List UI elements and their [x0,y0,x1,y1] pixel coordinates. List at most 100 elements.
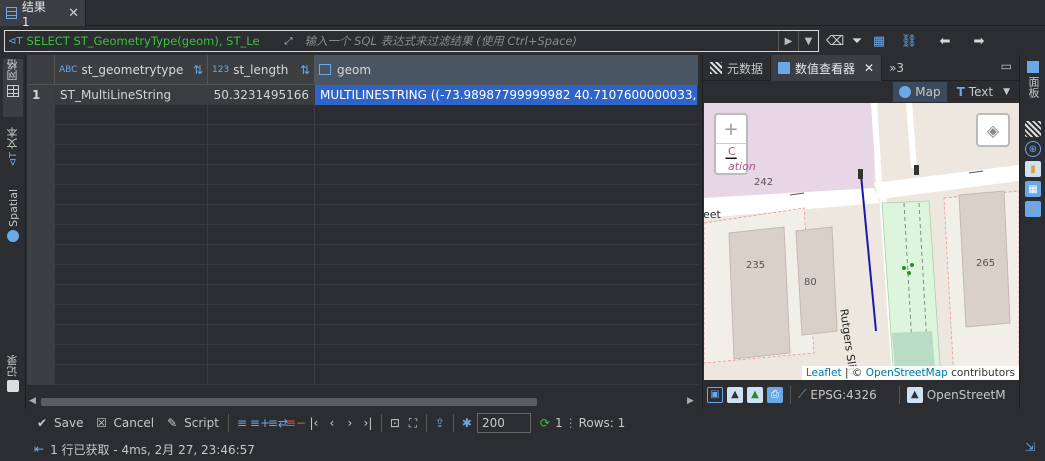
attribution-sep: | © [841,367,866,379]
column-header-geom[interactable]: geom [315,55,698,85]
status-icon: ⇤ [34,442,45,456]
filter-input[interactable]: 输入一个 SQL 表达式来过滤结果 (使用 Ctrl+Space) [299,33,779,49]
zoom-in-button[interactable]: + [716,115,746,144]
panels-icon [1027,61,1039,73]
copy-image-icon[interactable]: ▣ [707,386,723,403]
forward-arrow-icon[interactable]: ➡ [970,32,988,50]
map-attribution: Leaflet | © OpenStreetMap contributors [801,366,1019,380]
save-image-icon[interactable]: ▲ [747,386,763,403]
filter-settings-icon[interactable]: ▦ [870,32,888,50]
text-mode-label: Text [968,85,994,99]
filter-icon[interactable]: ⏷ [848,32,866,50]
copy-row-icon[interactable]: ≡⇄ [268,415,288,431]
record-icon [7,380,19,392]
fetch-settings-icon[interactable]: ✱ [459,415,475,431]
apply-filter-button[interactable]: ▶ [778,31,798,51]
eraser-icon[interactable]: ⌫ [826,32,844,50]
tab-results-1[interactable]: 结果 1 ✕ [0,0,86,29]
close-icon[interactable]: ✕ [864,61,874,75]
tab-grid-view[interactable]: 网格 [3,59,23,117]
osm-link[interactable]: OpenStreetMap [866,367,948,379]
map-view[interactable]: + − ◈ ation C 242 eet 235 80 265 Rutgers… [704,103,1019,380]
print-icon[interactable]: ⎙ [767,386,783,403]
cell-st-length[interactable]: 50.3231495166 [208,85,315,105]
horizontal-scrollbar[interactable]: ◀ ▶ [27,395,698,409]
chevron-down-icon[interactable]: ▼ [1003,87,1010,97]
divider [790,385,791,404]
tab-text-view[interactable]: 文本 ⊲T [3,127,23,179]
scroll-thumb[interactable] [41,398,537,406]
close-icon[interactable]: ✕ [68,6,79,21]
last-page-icon[interactable]: ›| [360,415,376,431]
save-button[interactable]: ✔ Save [30,412,87,434]
text-type-icon: ABC [59,64,78,75]
chart-icon[interactable]: ▮ [1025,161,1041,177]
sort-icon[interactable]: ⇅ [193,63,203,77]
empty-row [27,285,698,305]
edit-row-icon[interactable]: ≡ [234,415,250,431]
more-tabs-button[interactable]: »3 [882,55,911,81]
tab-value-viewer[interactable]: 数值查看器 ✕ [771,55,883,81]
table-row[interactable]: 1 ST_MultiLineString 50.3231495166 MULTI… [27,85,698,105]
export-icon[interactable]: ⇪ [432,415,448,431]
delete-row-icon[interactable]: ≡− [286,415,306,431]
tab-panels[interactable]: 面板 [1023,61,1043,113]
previous-page-icon[interactable]: ‹ [324,415,340,431]
first-page-icon[interactable]: |‹ [306,415,322,431]
grid-icon [6,7,17,19]
back-arrow-icon[interactable]: ⬅ [936,32,954,50]
sort-icon[interactable]: ⇅ [300,63,310,77]
filter-history-dropdown[interactable]: ▼ [798,31,818,51]
map-label: 235 [746,260,766,271]
refresh-icon[interactable]: ⟳ [537,415,553,431]
empty-row [27,345,698,365]
image-icon[interactable]: ▲ [727,386,743,403]
cancel-button[interactable]: ☒ Cancel [89,412,158,434]
layers-icon[interactable]: ◈ [976,113,1010,147]
tab-title: 结果 1 [21,0,46,29]
layout-icon[interactable]: ⊡ [387,415,403,431]
expand-icon[interactable]: ⤢ [279,31,299,51]
script-label: Script [184,416,219,430]
left-view-strip: 网格 文本 ⊲T Spatial 记录 [0,55,26,409]
row-number[interactable]: 1 [27,85,55,105]
panel-toggle-icon[interactable]: ⇲ [1025,440,1035,454]
crs-label[interactable]: EPSG:4326 [810,388,876,402]
cell-geom[interactable]: MULTILINESTRING ((-73.98987799999982 40.… [315,85,698,105]
tab-record-view[interactable]: 记录 [3,355,23,405]
next-page-icon[interactable]: › [342,415,358,431]
empty-row [27,245,698,265]
scroll-right-icon[interactable]: ▶ [687,396,694,406]
results-toolbar: ✔ Save ☒ Cancel ✎ Script ≡ ≡+ ≡⇄ ≡− |‹ ‹… [26,410,702,436]
empty-row [27,185,698,205]
add-row-icon[interactable]: ≡+ [250,415,270,431]
empty-row [27,325,698,345]
tab-spatial-view[interactable]: Spatial [3,189,23,247]
minimize-icon[interactable]: ▭ [1001,55,1012,80]
map-mode-label: Map [915,85,941,99]
divider [898,385,900,404]
fullscreen-icon[interactable]: ⛶ [405,415,421,431]
scroll-left-icon[interactable]: ◀ [29,396,36,406]
more-icon[interactable]: ⋮ [565,416,577,430]
tiles-label[interactable]: OpenStreetM [927,388,1006,402]
map-label: ation [728,160,756,173]
value-viewer-icon[interactable]: ▦ [1025,181,1041,197]
panels-label: 面板 [1027,76,1040,98]
fetch-size-input[interactable]: 200 [476,413,531,433]
tab-metadata[interactable]: 元数据 [703,55,772,81]
row-header-corner[interactable] [27,55,55,85]
text-mode-button[interactable]: T Text ▼ [951,82,1016,102]
column-header-st-length[interactable]: 123 st_length ⇅ [208,55,315,85]
source-sql-text[interactable]: SELECT ST_GeometryType(geom), ST_Le [23,34,279,48]
globe-icon[interactable]: ⊕ [1025,141,1041,157]
leaflet-link[interactable]: Leaflet [806,367,842,379]
metadata-panel-icon[interactable] [1025,121,1041,137]
grouping-icon[interactable]: ⁝ [1025,201,1041,217]
status-text: 1 行已获取 - 4ms, 2月 27, 23:46:57 [50,442,255,457]
script-button[interactable]: ✎ Script [160,412,223,434]
link-icon[interactable]: ⛓ [900,32,918,50]
map-mode-button[interactable]: Map [893,82,947,102]
column-header-st-geometrytype[interactable]: ABC st_geometrytype ⇅ [55,55,208,85]
cell-st-geometrytype[interactable]: ST_MultiLineString [55,85,208,105]
